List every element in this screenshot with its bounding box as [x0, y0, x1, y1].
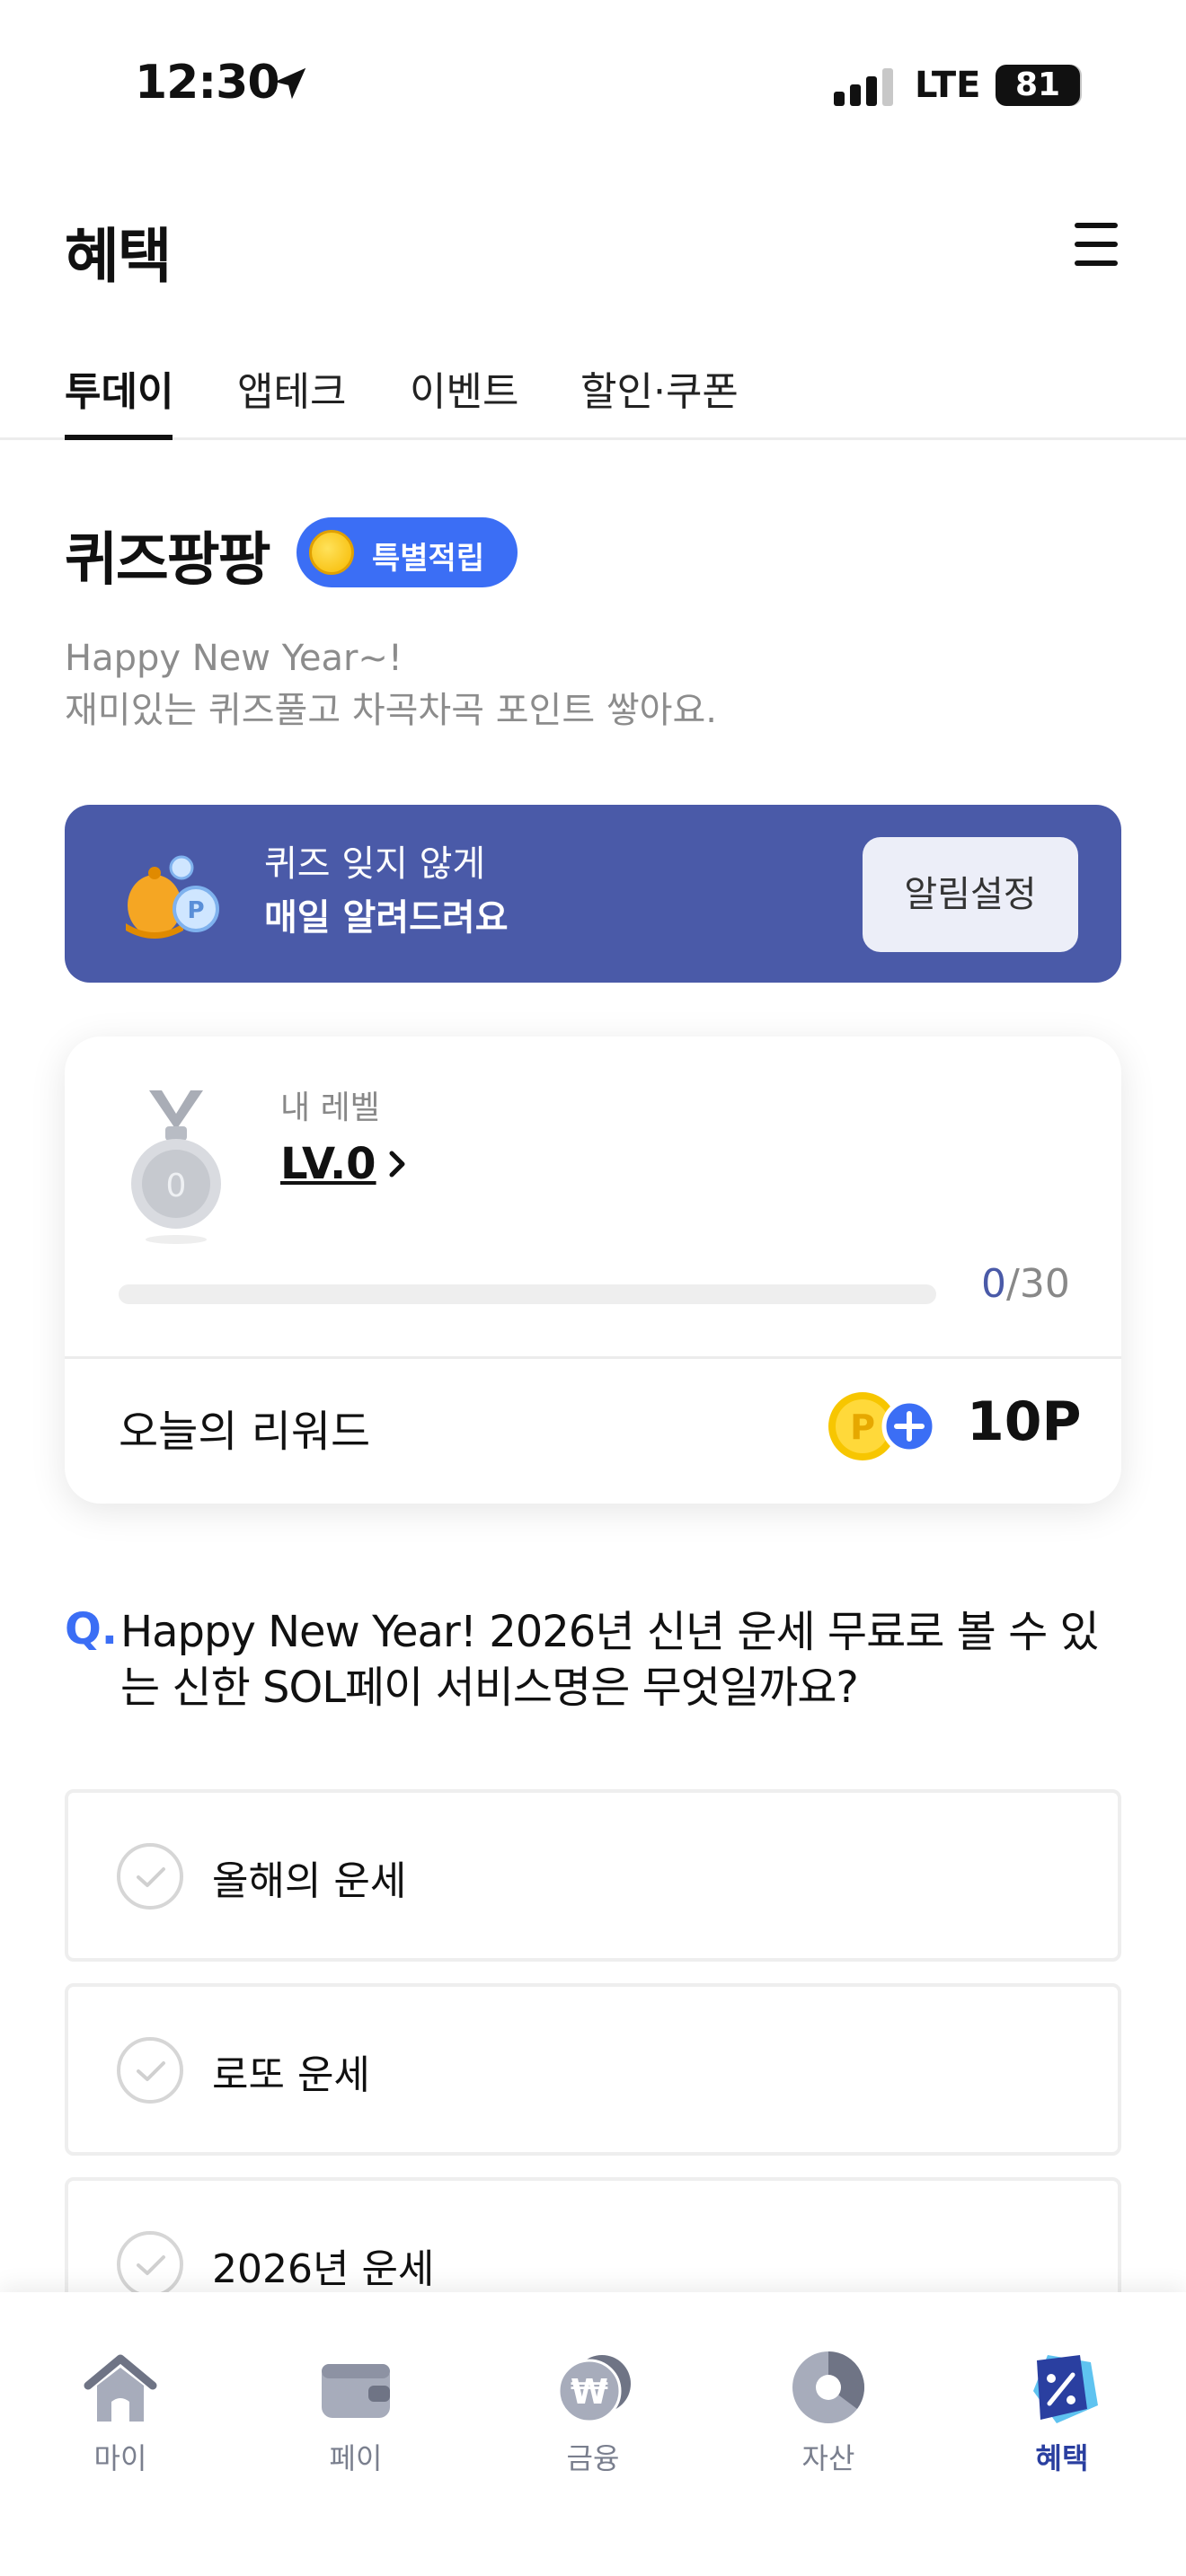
- silver-medal-icon: 0: [131, 1090, 221, 1244]
- answer-option-label: 올해의 운세: [212, 1858, 407, 1904]
- medal-number: 0: [166, 1168, 187, 1204]
- description-line-2: 재미있는 퀴즈풀고 차곡차곡 포인트 쌓아요.: [65, 690, 717, 731]
- nav-label: 혜택: [1035, 2441, 1089, 2475]
- badge-label: 특별적립: [372, 541, 485, 577]
- network-type: LTE: [915, 65, 981, 106]
- point-coin-icon: [309, 530, 354, 575]
- location-arrow-icon: [274, 67, 306, 100]
- answer-option-label: 2026년 운세: [212, 2246, 435, 2292]
- level-progress-text: 0/30: [981, 1261, 1070, 1307]
- card-divider: [65, 1356, 1121, 1359]
- point-plus-icon: P: [828, 1392, 937, 1460]
- svg-text:P: P: [187, 897, 204, 924]
- battery-level: 81: [996, 65, 1080, 106]
- discount-tag-icon: [1033, 2355, 1098, 2423]
- bell-icon: P: [126, 855, 219, 939]
- nav-pay[interactable]: 페이: [284, 2346, 428, 2481]
- today-reward-label: 오늘의 리워드: [119, 1407, 371, 1457]
- today-reward-value: 10P: [967, 1390, 1082, 1453]
- tab-event[interactable]: 이벤트: [410, 359, 518, 417]
- nav-my[interactable]: 마이: [49, 2346, 192, 2481]
- nav-finance[interactable]: ₩ 금융: [521, 2346, 665, 2481]
- status-bar: 12:30 LTE 81: [0, 0, 1186, 171]
- chevron-right-icon[interactable]: [385, 1146, 412, 1182]
- quiz-description: Happy New Year~! 재미있는 퀴즈풀고 차곡차곡 포인트 쌓아요.: [65, 632, 717, 737]
- level-link[interactable]: LV.0: [280, 1139, 376, 1189]
- check-circle-icon: [117, 2231, 183, 2298]
- progress-current: 0: [981, 1261, 1006, 1307]
- active-tab-indicator: [65, 435, 173, 440]
- answer-option-label: 로또 운세: [212, 2052, 370, 2098]
- svg-text:P: P: [850, 1407, 875, 1447]
- won-coin-icon: ₩: [557, 2355, 631, 2423]
- nav-label: 금융: [566, 2441, 620, 2475]
- answer-option-1[interactable]: 올해의 운세: [65, 1789, 1121, 1962]
- tab-discount-coupon[interactable]: 할인·쿠폰: [580, 359, 739, 417]
- bottom-navigation: 마이 페이 ₩ 금융 자산 혜택: [0, 2292, 1186, 2576]
- progress-total: /30: [1006, 1261, 1070, 1307]
- nav-benefit[interactable]: 혜택: [990, 2346, 1134, 2481]
- pie-chart-icon: [792, 2351, 864, 2423]
- answer-option-2[interactable]: 로또 운세: [65, 1983, 1121, 2156]
- alarm-settings-button[interactable]: 알림설정: [863, 837, 1078, 952]
- status-time: 12:30: [135, 56, 280, 110]
- alarm-banner: P 퀴즈 잊지 않게 매일 알려드려요 알림설정: [65, 805, 1121, 983]
- question-text: Happy New Year! 2026년 신년 운세 무료로 볼 수 있는 신…: [120, 1607, 1100, 1713]
- question-mark-label: Q.: [65, 1604, 119, 1654]
- page-title: 혜택: [65, 222, 172, 291]
- hamburger-menu-icon[interactable]: [1075, 223, 1120, 266]
- wallet-icon: [322, 2364, 390, 2418]
- special-badge: 특별적립: [296, 517, 518, 587]
- check-circle-icon: [117, 1843, 183, 1910]
- nav-assets[interactable]: 자산: [757, 2346, 900, 2481]
- tab-apptech[interactable]: 앱테크: [237, 359, 346, 417]
- level-progress-bar: [119, 1284, 936, 1304]
- check-circle-icon: [117, 2037, 183, 2104]
- quiz-title: 퀴즈팡팡: [65, 527, 271, 594]
- tab-today[interactable]: 투데이: [65, 359, 173, 417]
- my-level-label: 내 레벨: [280, 1090, 380, 1126]
- nav-label: 자산: [801, 2441, 855, 2475]
- level-card: 0 내 레벨 LV.0 0/30 오늘의 리워드 P 10P: [65, 1037, 1121, 1504]
- signal-icon: [834, 68, 893, 106]
- alarm-line-2: 매일 알려드려요: [264, 897, 509, 939]
- home-icon: [84, 2354, 157, 2422]
- alarm-text: 퀴즈 잊지 않게 매일 알려드려요: [264, 837, 509, 945]
- alarm-line-1: 퀴즈 잊지 않게: [264, 843, 486, 885]
- nav-label: 페이: [329, 2441, 383, 2475]
- svg-text:₩: ₩: [571, 2372, 608, 2412]
- description-line-1: Happy New Year~!: [65, 638, 403, 679]
- tab-bar: 투데이 앱테크 이벤트 할인·쿠폰: [0, 350, 1186, 440]
- nav-label: 마이: [93, 2441, 147, 2475]
